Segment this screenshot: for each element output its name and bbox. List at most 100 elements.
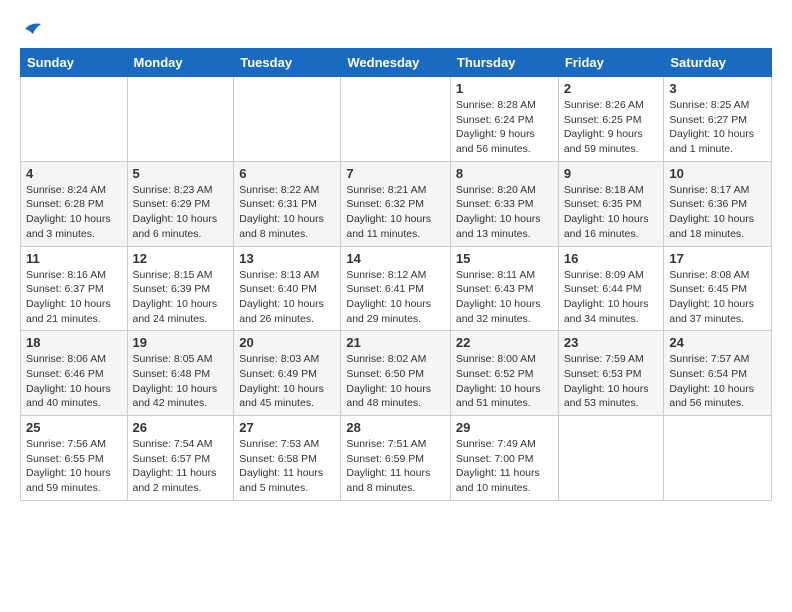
calendar-day-cell: 24Sunrise: 7:57 AM Sunset: 6:54 PM Dayli…	[664, 331, 772, 416]
calendar-day-cell	[664, 416, 772, 501]
calendar-day-cell: 17 Sunrise: 8:08 AM Sunset: 6:45 PM Dayli…	[664, 246, 772, 331]
day-info: Sunrise: 8:25 AM Sunset: 6:27 PM Dayligh…	[669, 98, 766, 157]
day-of-week-header: Sunday	[21, 49, 128, 77]
day-info: Sunrise: 8:11 AM Sunset: 6:43 PM Dayligh…	[456, 268, 553, 327]
day-info: Sunrise: 8:21 AM Sunset: 6:32 PM Dayligh…	[346, 183, 445, 242]
day-info: Sunrise: 8:02 AM Sunset: 6:50 PM Dayligh…	[346, 352, 445, 411]
day-number: 13	[239, 251, 335, 266]
day-info: Sunrise: 7:56 AM Sunset: 6:55 PM Dayligh…	[26, 437, 122, 496]
day-number: 25	[26, 420, 122, 435]
calendar-day-cell: 13 Sunrise: 8:13 AM Sunset: 6:40 PM Dayli…	[234, 246, 341, 331]
day-info: Sunrise: 8:08 AM Sunset: 6:45 PM Dayligh…	[669, 268, 766, 327]
calendar-day-cell: 27 Sunrise: 7:53 AM Sunset: 6:58 PM Dayli…	[234, 416, 341, 501]
day-number: 8	[456, 166, 553, 181]
day-number: 4	[26, 166, 122, 181]
calendar-day-cell: 7Sunrise: 8:21 AM Sunset: 6:32 PM Daylig…	[341, 161, 451, 246]
day-info: Sunrise: 8:20 AM Sunset: 6:33 PM Dayligh…	[456, 183, 553, 242]
calendar-day-cell: 26Sunrise: 7:54 AM Sunset: 6:57 PM Dayli…	[127, 416, 234, 501]
day-number: 10	[669, 166, 766, 181]
day-info: Sunrise: 8:18 AM Sunset: 6:35 PM Dayligh…	[564, 183, 659, 242]
calendar-day-cell: 3 Sunrise: 8:25 AM Sunset: 6:27 PM Daylig…	[664, 77, 772, 162]
day-number: 15	[456, 251, 553, 266]
day-number: 1	[456, 81, 553, 96]
day-of-week-header: Wednesday	[341, 49, 451, 77]
day-of-week-header: Thursday	[450, 49, 558, 77]
calendar-day-cell: 11Sunrise: 8:16 AM Sunset: 6:37 PM Dayli…	[21, 246, 128, 331]
calendar-day-cell: 15 Sunrise: 8:11 AM Sunset: 6:43 PM Dayli…	[450, 246, 558, 331]
day-info: Sunrise: 8:23 AM Sunset: 6:29 PM Dayligh…	[133, 183, 229, 242]
calendar-day-cell: 23 Sunrise: 7:59 AM Sunset: 6:53 PM Dayli…	[558, 331, 664, 416]
logo-bird-icon	[23, 20, 43, 38]
calendar-table: SundayMondayTuesdayWednesdayThursdayFrid…	[20, 48, 772, 501]
day-number: 3	[669, 81, 766, 96]
day-info: Sunrise: 7:53 AM Sunset: 6:58 PM Dayligh…	[239, 437, 335, 496]
calendar-day-cell: 29 Sunrise: 7:49 AM Sunset: 7:00 PM Dayli…	[450, 416, 558, 501]
calendar-day-cell: 5 Sunrise: 8:23 AM Sunset: 6:29 PM Daylig…	[127, 161, 234, 246]
calendar-day-cell	[341, 77, 451, 162]
days-of-week-row: SundayMondayTuesdayWednesdayThursdayFrid…	[21, 49, 772, 77]
calendar-week-row: 1Sunrise: 8:28 AM Sunset: 6:24 PM Daylig…	[21, 77, 772, 162]
page-header	[20, 20, 772, 38]
calendar-day-cell: 19Sunrise: 8:05 AM Sunset: 6:48 PM Dayli…	[127, 331, 234, 416]
day-number: 21	[346, 335, 445, 350]
day-number: 11	[26, 251, 122, 266]
day-number: 24	[669, 335, 766, 350]
calendar-week-row: 25 Sunrise: 7:56 AM Sunset: 6:55 PM Dayli…	[21, 416, 772, 501]
calendar-day-cell: 28Sunrise: 7:51 AM Sunset: 6:59 PM Dayli…	[341, 416, 451, 501]
calendar-week-row: 11Sunrise: 8:16 AM Sunset: 6:37 PM Dayli…	[21, 246, 772, 331]
day-number: 5	[133, 166, 229, 181]
day-info: Sunrise: 8:12 AM Sunset: 6:41 PM Dayligh…	[346, 268, 445, 327]
calendar-week-row: 4 Sunrise: 8:24 AM Sunset: 6:28 PM Daylig…	[21, 161, 772, 246]
day-info: Sunrise: 8:17 AM Sunset: 6:36 PM Dayligh…	[669, 183, 766, 242]
calendar-week-row: 18 Sunrise: 8:06 AM Sunset: 6:46 PM Dayli…	[21, 331, 772, 416]
calendar-day-cell: 10 Sunrise: 8:17 AM Sunset: 6:36 PM Dayli…	[664, 161, 772, 246]
day-info: Sunrise: 7:49 AM Sunset: 7:00 PM Dayligh…	[456, 437, 553, 496]
day-number: 16	[564, 251, 659, 266]
day-number: 20	[239, 335, 335, 350]
calendar-day-cell: 12 Sunrise: 8:15 AM Sunset: 6:39 PM Dayli…	[127, 246, 234, 331]
day-number: 17	[669, 251, 766, 266]
calendar-day-cell: 2 Sunrise: 8:26 AM Sunset: 6:25 PM Daylig…	[558, 77, 664, 162]
day-number: 26	[133, 420, 229, 435]
day-info: Sunrise: 8:00 AM Sunset: 6:52 PM Dayligh…	[456, 352, 553, 411]
day-info: Sunrise: 8:26 AM Sunset: 6:25 PM Dayligh…	[564, 98, 659, 157]
calendar-day-cell: 20 Sunrise: 8:03 AM Sunset: 6:49 PM Dayli…	[234, 331, 341, 416]
day-of-week-header: Saturday	[664, 49, 772, 77]
calendar-day-cell: 16Sunrise: 8:09 AM Sunset: 6:44 PM Dayli…	[558, 246, 664, 331]
calendar-day-cell	[127, 77, 234, 162]
day-number: 23	[564, 335, 659, 350]
day-of-week-header: Monday	[127, 49, 234, 77]
calendar-day-cell: 18 Sunrise: 8:06 AM Sunset: 6:46 PM Dayli…	[21, 331, 128, 416]
day-number: 18	[26, 335, 122, 350]
day-number: 29	[456, 420, 553, 435]
calendar-day-cell: 25 Sunrise: 7:56 AM Sunset: 6:55 PM Dayli…	[21, 416, 128, 501]
day-info: Sunrise: 7:51 AM Sunset: 6:59 PM Dayligh…	[346, 437, 445, 496]
calendar-day-cell: 21 Sunrise: 8:02 AM Sunset: 6:50 PM Dayli…	[341, 331, 451, 416]
day-number: 12	[133, 251, 229, 266]
calendar-body: 1Sunrise: 8:28 AM Sunset: 6:24 PM Daylig…	[21, 77, 772, 501]
calendar-day-cell: 8 Sunrise: 8:20 AM Sunset: 6:33 PM Daylig…	[450, 161, 558, 246]
day-number: 6	[239, 166, 335, 181]
day-number: 2	[564, 81, 659, 96]
calendar-header: SundayMondayTuesdayWednesdayThursdayFrid…	[21, 49, 772, 77]
calendar-day-cell	[21, 77, 128, 162]
logo	[20, 20, 43, 38]
day-number: 14	[346, 251, 445, 266]
calendar-day-cell: 14 Sunrise: 8:12 AM Sunset: 6:41 PM Dayli…	[341, 246, 451, 331]
day-info: Sunrise: 8:13 AM Sunset: 6:40 PM Dayligh…	[239, 268, 335, 327]
day-info: Sunrise: 7:59 AM Sunset: 6:53 PM Dayligh…	[564, 352, 659, 411]
calendar-day-cell: 1Sunrise: 8:28 AM Sunset: 6:24 PM Daylig…	[450, 77, 558, 162]
calendar-day-cell	[234, 77, 341, 162]
day-number: 9	[564, 166, 659, 181]
day-info: Sunrise: 8:24 AM Sunset: 6:28 PM Dayligh…	[26, 183, 122, 242]
day-number: 27	[239, 420, 335, 435]
calendar-day-cell: 4 Sunrise: 8:24 AM Sunset: 6:28 PM Daylig…	[21, 161, 128, 246]
day-info: Sunrise: 8:15 AM Sunset: 6:39 PM Dayligh…	[133, 268, 229, 327]
day-number: 22	[456, 335, 553, 350]
calendar-day-cell: 22 Sunrise: 8:00 AM Sunset: 6:52 PM Dayli…	[450, 331, 558, 416]
calendar-day-cell: 9 Sunrise: 8:18 AM Sunset: 6:35 PM Daylig…	[558, 161, 664, 246]
day-info: Sunrise: 8:22 AM Sunset: 6:31 PM Dayligh…	[239, 183, 335, 242]
day-info: Sunrise: 8:06 AM Sunset: 6:46 PM Dayligh…	[26, 352, 122, 411]
day-number: 19	[133, 335, 229, 350]
day-info: Sunrise: 8:03 AM Sunset: 6:49 PM Dayligh…	[239, 352, 335, 411]
